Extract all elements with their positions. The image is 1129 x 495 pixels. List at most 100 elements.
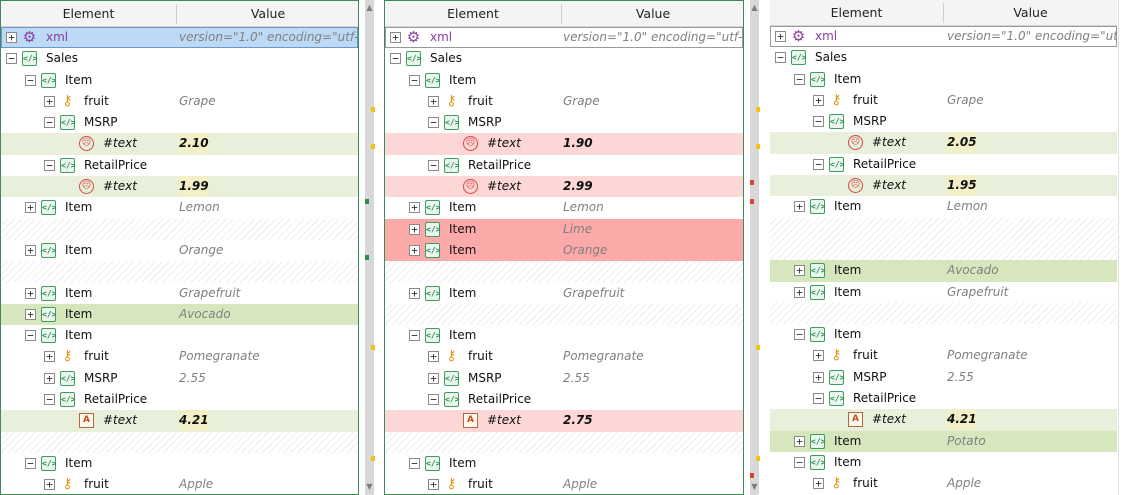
tree-row[interactable]: + ⚙ xml version="1.0" encoding="utf- — [1, 27, 358, 49]
collapse-icon[interactable]: − — [775, 52, 786, 64]
tree-row[interactable]: + </> Item Avocado — [770, 260, 1117, 282]
tree-row[interactable]: − </> RetailPrice — [1, 155, 358, 176]
expand-icon[interactable]: + — [44, 95, 55, 107]
tree-row[interactable]: + ⚷ fruit Pomegranate — [770, 345, 1117, 366]
tree-row[interactable]: A #text 2.75 — [385, 410, 743, 432]
tree-row[interactable]: A #text 4.21 — [770, 409, 1117, 431]
tree-row[interactable]: ☹ #text 1.99 — [1, 176, 358, 198]
tree-row[interactable]: + </> Item Lemon — [770, 196, 1117, 217]
tree-row[interactable]: + ⚷ fruit Apple — [385, 474, 743, 494]
tree-row[interactable]: + ⚷ fruit Pomegranate — [385, 346, 743, 367]
tree-row[interactable]: + ⚷ fruit Apple — [770, 473, 1117, 494]
tree-row[interactable]: + </> Item Potato — [770, 430, 1117, 452]
collapse-icon[interactable]: − — [25, 330, 36, 342]
collapse-icon[interactable]: − — [794, 73, 805, 85]
middle-tree-pane[interactable]: Element Value + ⚙ xml version="1.0" encodin… — [384, 0, 744, 495]
tree-row[interactable]: − </> RetailPrice — [385, 389, 743, 410]
expand-icon[interactable]: + — [409, 244, 420, 256]
tree-row[interactable]: − </> Item — [385, 70, 743, 91]
tree-row[interactable]: − </> RetailPrice — [1, 389, 358, 410]
tree-row[interactable]: − </> Item — [1, 325, 358, 346]
tree-row[interactable]: + ⚙ xml version="1.0" encoding="utf- — [770, 26, 1117, 48]
tree-row[interactable]: + ⚷ fruit Apple — [1, 474, 358, 494]
tree-row[interactable]: + ⚷ fruit Grape — [1, 91, 358, 112]
vertical-scrollbar[interactable] — [1118, 0, 1129, 495]
expand-icon[interactable]: + — [428, 95, 439, 107]
tree-row[interactable]: − </> Item — [1, 70, 358, 91]
expand-icon[interactable]: + — [813, 94, 824, 106]
collapse-icon[interactable]: − — [44, 394, 55, 406]
tree-row[interactable]: − </> Sales — [770, 47, 1117, 68]
tree-row[interactable]: − </> Sales — [1, 48, 358, 69]
expand-icon[interactable]: + — [25, 287, 36, 299]
expand-icon[interactable]: + — [44, 351, 55, 363]
expand-icon[interactable]: + — [794, 201, 805, 213]
tree-row[interactable]: + ⚷ fruit Grape — [385, 91, 743, 112]
collapse-icon[interactable]: − — [25, 457, 36, 469]
expand-icon[interactable]: + — [775, 31, 786, 42]
expand-icon[interactable]: + — [428, 351, 439, 363]
tree-row[interactable]: + </> Item Avocado — [1, 303, 358, 326]
collapse-icon[interactable]: − — [409, 330, 420, 342]
overview-scrollbar[interactable]: ▲ ▼ — [365, 0, 374, 495]
expand-icon[interactable]: + — [428, 372, 439, 384]
tree-row[interactable]: + </> Item Grapefruit — [1, 283, 358, 304]
tree-row[interactable]: + </> Item Orange — [1, 240, 358, 261]
tree-row[interactable]: + </> Item Lemon — [1, 197, 358, 218]
expand-icon[interactable]: + — [409, 202, 420, 214]
element-column-header[interactable]: Element — [770, 0, 943, 25]
tree-row[interactable]: + ⚷ fruit Pomegranate — [1, 346, 358, 367]
tree-row[interactable]: A #text 4.21 — [1, 410, 358, 432]
value-column-header[interactable]: Value — [944, 0, 1117, 25]
tree-row[interactable]: ☹ #text 2.10 — [1, 133, 358, 155]
tree-row[interactable]: + </> Item Grapefruit — [385, 283, 743, 304]
expand-icon[interactable]: + — [813, 478, 824, 490]
tree-row[interactable]: − </> Item — [770, 69, 1117, 90]
value-column-header[interactable]: Value — [177, 1, 358, 26]
tree-row[interactable]: − </> Item — [1, 453, 358, 474]
expand-icon[interactable]: + — [428, 479, 439, 491]
tree-row[interactable]: − </> MSRP — [770, 111, 1117, 132]
expand-icon[interactable]: + — [44, 372, 55, 384]
tree-row[interactable]: + ⚙ xml version="1.0" encoding="utf- — [385, 27, 743, 49]
collapse-icon[interactable]: − — [794, 329, 805, 341]
tree-row[interactable]: ☹ #text 2.99 — [385, 176, 743, 198]
collapse-icon[interactable]: − — [6, 53, 17, 65]
tree-row[interactable]: − </> RetailPrice — [385, 155, 743, 176]
expand-icon[interactable]: + — [25, 244, 36, 256]
tree-row[interactable]: − </> Item — [385, 453, 743, 474]
tree-row[interactable]: − </> MSRP — [385, 112, 743, 133]
collapse-icon[interactable]: − — [409, 457, 420, 469]
tree-row[interactable]: ☹ #text 1.95 — [770, 175, 1117, 197]
expand-icon[interactable]: + — [25, 202, 36, 214]
expand-icon[interactable]: + — [409, 223, 420, 235]
tree-row[interactable]: − </> RetailPrice — [770, 388, 1117, 409]
tree-row[interactable]: + ⚷ fruit Grape — [770, 90, 1117, 111]
tree-row[interactable]: − </> Item — [770, 324, 1117, 345]
expand-icon[interactable]: + — [409, 287, 420, 299]
tree-row[interactable]: + </> Item Orange — [385, 239, 743, 262]
tree-row[interactable]: − </> Item — [770, 452, 1117, 473]
collapse-icon[interactable]: − — [390, 53, 401, 65]
overview-scrollbar[interactable]: ▲ ▼ — [750, 0, 759, 495]
expand-icon[interactable]: + — [813, 371, 824, 383]
collapse-icon[interactable]: − — [409, 74, 420, 86]
left-tree-pane[interactable]: Element Value + ⚙ xml version="1.0" encodin… — [0, 0, 359, 495]
tree-row[interactable]: + </> MSRP 2.55 — [385, 368, 743, 389]
tree-row[interactable]: + </> MSRP 2.55 — [1, 368, 358, 389]
collapse-icon[interactable]: − — [813, 158, 824, 170]
collapse-icon[interactable]: − — [813, 116, 824, 128]
tree-row[interactable]: − </> Sales — [385, 48, 743, 69]
tree-row[interactable]: − </> RetailPrice — [770, 154, 1117, 175]
tree-row[interactable]: + </> MSRP 2.55 — [770, 367, 1117, 388]
collapse-icon[interactable]: − — [428, 394, 439, 406]
collapse-icon[interactable]: − — [428, 159, 439, 171]
expand-icon[interactable]: + — [25, 308, 36, 320]
collapse-icon[interactable]: − — [428, 117, 439, 129]
tree-row[interactable]: + </> Item Lemon — [385, 197, 743, 218]
tree-row[interactable]: ☹ #text 1.90 — [385, 133, 743, 155]
tree-row[interactable]: + </> Item Lime — [385, 218, 743, 240]
expand-icon[interactable]: + — [794, 286, 805, 298]
element-column-header[interactable]: Element — [1, 1, 176, 26]
tree-row[interactable]: − </> Item — [385, 325, 743, 346]
